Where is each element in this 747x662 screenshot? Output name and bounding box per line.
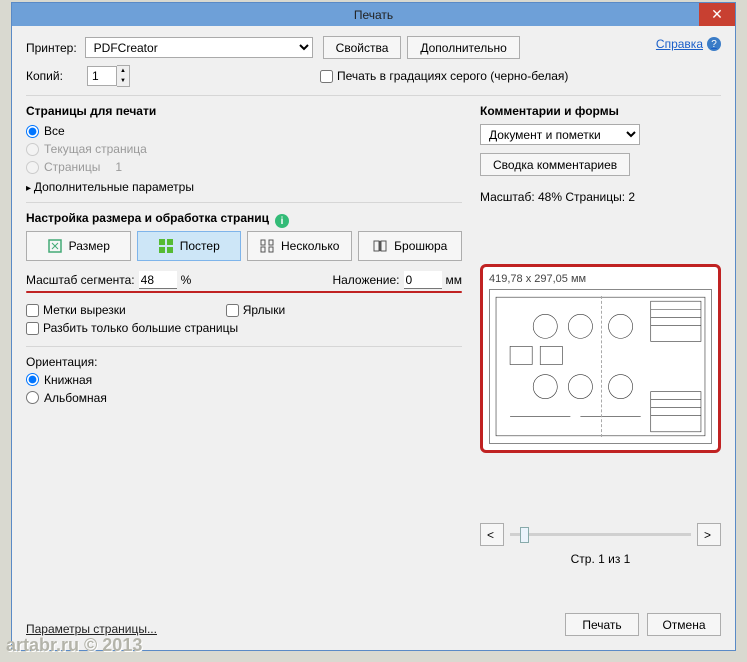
pages-all-radio[interactable]: Все: [26, 124, 462, 138]
properties-button[interactable]: Свойства: [323, 36, 402, 59]
page-setup-link[interactable]: Параметры страницы...: [26, 622, 157, 636]
summarize-comments-button[interactable]: Сводка комментариев: [480, 153, 630, 176]
multiple-icon: [259, 238, 275, 254]
left-column: Страницы для печати Все Текущая страница…: [26, 104, 462, 566]
print-dialog: Печать ✕ Справка ? Принтер: PDFCreator С…: [11, 2, 736, 651]
portrait-radio[interactable]: Книжная: [26, 373, 462, 387]
pages-section-title: Страницы для печати: [26, 104, 462, 118]
printer-label: Принтер:: [26, 41, 77, 55]
printer-row: Принтер: PDFCreator Свойства Дополнитель…: [26, 36, 721, 59]
preview-area: 419,78 x 297,05 мм: [480, 264, 721, 453]
labels-checkbox[interactable]: Ярлыки: [226, 303, 286, 317]
scale-label: Масштаб сегмента:: [26, 273, 135, 287]
preview-slider[interactable]: [510, 533, 691, 536]
orientation-title: Ориентация:: [26, 355, 462, 369]
preview-page: [489, 289, 712, 444]
more-options-toggle[interactable]: Дополнительные параметры: [26, 180, 462, 194]
spin-down-icon[interactable]: ▼: [117, 76, 129, 86]
print-button[interactable]: Печать: [565, 613, 639, 636]
poster-toggle[interactable]: Постер: [137, 231, 242, 261]
overlap-input[interactable]: [404, 271, 442, 289]
comments-select[interactable]: Документ и пометки: [480, 124, 640, 145]
preview-next-button[interactable]: >: [697, 523, 721, 546]
close-button[interactable]: ✕: [699, 3, 735, 26]
titlebar: Печать ✕: [12, 3, 735, 26]
handling-section-title: Настройка размера и обработка страниц: [26, 211, 269, 225]
copies-stepper[interactable]: ▲▼: [87, 65, 130, 87]
preview-dimensions: 419,78 x 297,05 мм: [489, 273, 712, 285]
pages-range-radio[interactable]: Страницы 1: [26, 160, 462, 174]
copies-input[interactable]: [87, 66, 117, 86]
preview-nav: < >: [480, 523, 721, 546]
pages-current-radio[interactable]: Текущая страница: [26, 142, 462, 156]
overlap-label: Наложение:: [332, 273, 399, 287]
booklet-toggle[interactable]: Брошюра: [358, 231, 463, 261]
spin-up-icon[interactable]: ▲: [117, 66, 129, 76]
poster-icon: [158, 238, 174, 254]
info-icon[interactable]: i: [275, 214, 289, 228]
copies-label: Копий:: [26, 69, 79, 83]
dialog-title: Печать: [354, 8, 393, 22]
scale-info: Масштаб: 48% Страницы: 2: [480, 190, 721, 204]
preview-prev-button[interactable]: <: [480, 523, 504, 546]
copies-row: Копий: ▲▼ Печать в градациях серого (чер…: [26, 65, 721, 87]
page-setup-area: Параметры страницы...: [26, 622, 157, 636]
cutmarks-checkbox[interactable]: Метки вырезки: [26, 303, 126, 317]
scale-input[interactable]: [139, 271, 177, 289]
grayscale-checkbox[interactable]: Печать в градациях серого (черно-белая): [320, 69, 568, 83]
size-toggle[interactable]: Размер: [26, 231, 131, 261]
right-column: Комментарии и формы Документ и пометки С…: [480, 104, 721, 566]
booklet-icon: [372, 238, 388, 254]
page-indicator: Стр. 1 из 1: [480, 552, 721, 566]
handling-toggle-group: Размер Постер Несколько Брошюра: [26, 231, 462, 261]
poster-params-row: Масштаб сегмента: % Наложение: мм: [26, 271, 462, 289]
advanced-button[interactable]: Дополнительно: [407, 36, 519, 59]
splitlarge-checkbox[interactable]: Разбить только большие страницы: [26, 321, 238, 335]
comments-section-title: Комментарии и формы: [480, 104, 721, 118]
multiple-toggle[interactable]: Несколько: [247, 231, 352, 261]
cancel-button[interactable]: Отмена: [647, 613, 721, 636]
printer-select[interactable]: PDFCreator: [85, 37, 313, 58]
landscape-radio[interactable]: Альбомная: [26, 391, 462, 405]
size-icon: [47, 238, 63, 254]
